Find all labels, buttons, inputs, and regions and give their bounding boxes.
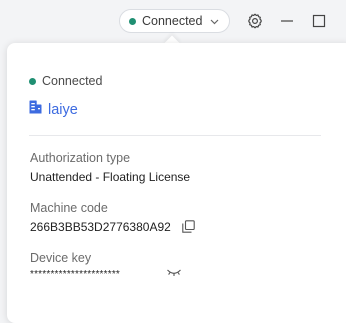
connection-status-row: Connected — [29, 74, 102, 88]
device-key-value: ********************** — [30, 269, 121, 280]
divider — [29, 135, 321, 136]
authorization-type-value: Unattended - Floating License — [30, 170, 191, 184]
eye-closed-icon[interactable] — [166, 267, 182, 279]
connection-status-text: Connected — [42, 74, 103, 88]
connection-info-popover: Connected laiye Authorization type Unatt… — [7, 43, 346, 323]
status-dot-icon — [129, 17, 136, 25]
account-row: laiye — [29, 100, 78, 119]
device-key-label: Device key — [30, 251, 92, 265]
connection-status-label: Connected — [142, 14, 203, 28]
status-dot-icon — [29, 77, 36, 85]
gear-icon[interactable] — [245, 11, 265, 31]
connection-status-dropdown[interactable]: Connected — [119, 9, 230, 33]
machine-code-value: 266B3BB53D2776380A92 — [30, 220, 171, 234]
copy-icon[interactable] — [181, 219, 195, 233]
minimize-icon[interactable] — [277, 11, 297, 31]
machine-code-label: Machine code — [30, 201, 108, 215]
authorization-type-label: Authorization type — [30, 151, 131, 165]
maximize-icon[interactable] — [309, 11, 329, 31]
building-icon — [29, 100, 42, 119]
chevron-down-icon — [210, 12, 219, 30]
account-name: laiye — [48, 101, 78, 118]
